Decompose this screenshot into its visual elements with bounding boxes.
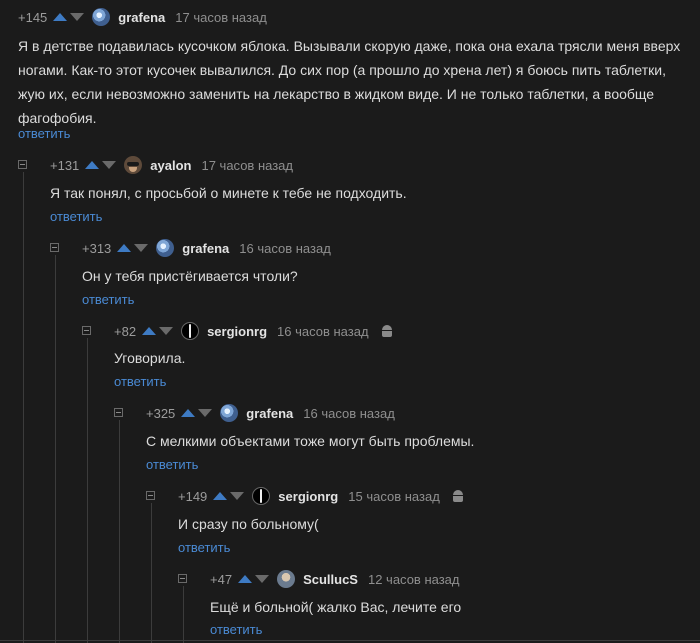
downvote-icon[interactable] bbox=[230, 492, 245, 500]
comment-text: Я в детстве подавилась кусочком яблока. … bbox=[18, 38, 681, 126]
avatar-grafena-icon[interactable] bbox=[156, 239, 175, 257]
comment-time[interactable]: 16 часов назад bbox=[303, 406, 395, 421]
thread-line bbox=[23, 172, 24, 643]
comment-time[interactable]: 12 часов назад bbox=[368, 572, 460, 587]
downvote-icon[interactable] bbox=[102, 161, 117, 169]
collapse-toggle[interactable] bbox=[114, 408, 123, 417]
thread-line bbox=[87, 338, 88, 643]
comment-text: С мелкими объектами тоже могут быть проб… bbox=[146, 433, 475, 449]
comment-author[interactable]: grafena bbox=[118, 10, 165, 25]
comment-score: +325 bbox=[146, 405, 176, 421]
comment-author[interactable]: grafena bbox=[246, 406, 293, 421]
comment-author[interactable]: grafena bbox=[182, 241, 229, 256]
downvote-icon[interactable] bbox=[198, 409, 213, 417]
comment-author[interactable]: ScullucS bbox=[303, 572, 358, 587]
thread-line bbox=[55, 255, 56, 643]
comment-score: +313 bbox=[82, 240, 112, 256]
comment-header: +145 grafena 17 часов назад bbox=[18, 7, 267, 27]
thread-line bbox=[119, 420, 120, 643]
comment-score: +145 bbox=[18, 9, 48, 25]
avatar-scullucs-icon[interactable] bbox=[277, 570, 296, 588]
avatar-sergionrg-icon[interactable] bbox=[252, 487, 271, 505]
comment-score: +82 bbox=[114, 323, 137, 339]
downvote-icon[interactable] bbox=[134, 244, 149, 252]
upvote-icon[interactable] bbox=[117, 244, 132, 252]
comment-text: Он у тебя пристёгивается чтоли? bbox=[82, 268, 298, 284]
avatar-grafena-icon[interactable] bbox=[92, 8, 111, 26]
collapse-toggle[interactable] bbox=[18, 160, 27, 169]
avatar-sergionrg-icon[interactable] bbox=[181, 322, 200, 340]
comment-author[interactable]: ayalon bbox=[150, 158, 191, 173]
reply-link[interactable]: ответить bbox=[50, 209, 102, 224]
comment-header: +313 grafena 16 часов назад bbox=[82, 238, 331, 258]
upvote-icon[interactable] bbox=[142, 327, 157, 335]
comment-author[interactable]: sergionrg bbox=[207, 324, 267, 339]
avatar-grafena-icon[interactable] bbox=[220, 404, 239, 422]
upvote-icon[interactable] bbox=[213, 492, 228, 500]
collapse-toggle[interactable] bbox=[146, 491, 155, 500]
comment-text: Уговорила. bbox=[114, 350, 186, 366]
comment-author[interactable]: sergionrg bbox=[278, 489, 338, 504]
collapse-toggle[interactable] bbox=[50, 243, 59, 252]
upvote-icon[interactable] bbox=[238, 575, 253, 583]
downvote-icon[interactable] bbox=[70, 13, 85, 21]
collapse-toggle[interactable] bbox=[178, 574, 187, 583]
comment-text: И сразу по больному( bbox=[178, 516, 319, 532]
comment-header: +149 sergionrg 15 часов назад bbox=[178, 486, 464, 506]
reply-link[interactable]: ответить bbox=[210, 622, 262, 637]
reply-link[interactable]: ответить bbox=[82, 292, 134, 307]
comment-time[interactable]: 16 часов назад bbox=[239, 241, 331, 256]
reply-link[interactable]: ответить bbox=[18, 126, 70, 141]
reply-link[interactable]: ответить bbox=[178, 540, 230, 555]
downvote-icon[interactable] bbox=[159, 327, 174, 335]
android-icon bbox=[452, 490, 464, 502]
comment-time[interactable]: 17 часов назад bbox=[175, 10, 267, 25]
downvote-icon[interactable] bbox=[255, 575, 270, 583]
comment-time[interactable]: 17 часов назад bbox=[201, 158, 293, 173]
android-icon bbox=[381, 325, 393, 337]
comment-score: +131 bbox=[50, 157, 80, 173]
thread-separator bbox=[0, 640, 700, 641]
comment-text: Я так понял, с просьбой о минете к тебе … bbox=[50, 185, 407, 201]
collapse-toggle[interactable] bbox=[82, 326, 91, 335]
comment-header: +325 grafena 16 часов назад bbox=[146, 403, 395, 423]
comment-header: +131 ayalon 17 часов назад bbox=[50, 155, 293, 175]
thread-line bbox=[151, 503, 152, 643]
upvote-icon[interactable] bbox=[181, 409, 196, 417]
comment-text: Ещё и больной( жалко Вас, лечите его bbox=[210, 599, 462, 615]
comment-header: +82 sergionrg 16 часов назад bbox=[114, 321, 393, 341]
upvote-icon[interactable] bbox=[85, 161, 100, 169]
comment-time[interactable]: 16 часов назад bbox=[277, 324, 369, 339]
thread-line bbox=[183, 586, 184, 643]
reply-link[interactable]: ответить bbox=[114, 374, 166, 389]
reply-link[interactable]: ответить bbox=[146, 457, 198, 472]
upvote-icon[interactable] bbox=[53, 13, 68, 21]
comment-time[interactable]: 15 часов назад bbox=[348, 489, 440, 504]
avatar-ayalon-icon[interactable] bbox=[124, 156, 143, 174]
comment-score: +149 bbox=[178, 488, 208, 504]
comment-score: +47 bbox=[210, 571, 233, 587]
comment-header: +47 ScullucS 12 часов назад bbox=[210, 569, 460, 589]
